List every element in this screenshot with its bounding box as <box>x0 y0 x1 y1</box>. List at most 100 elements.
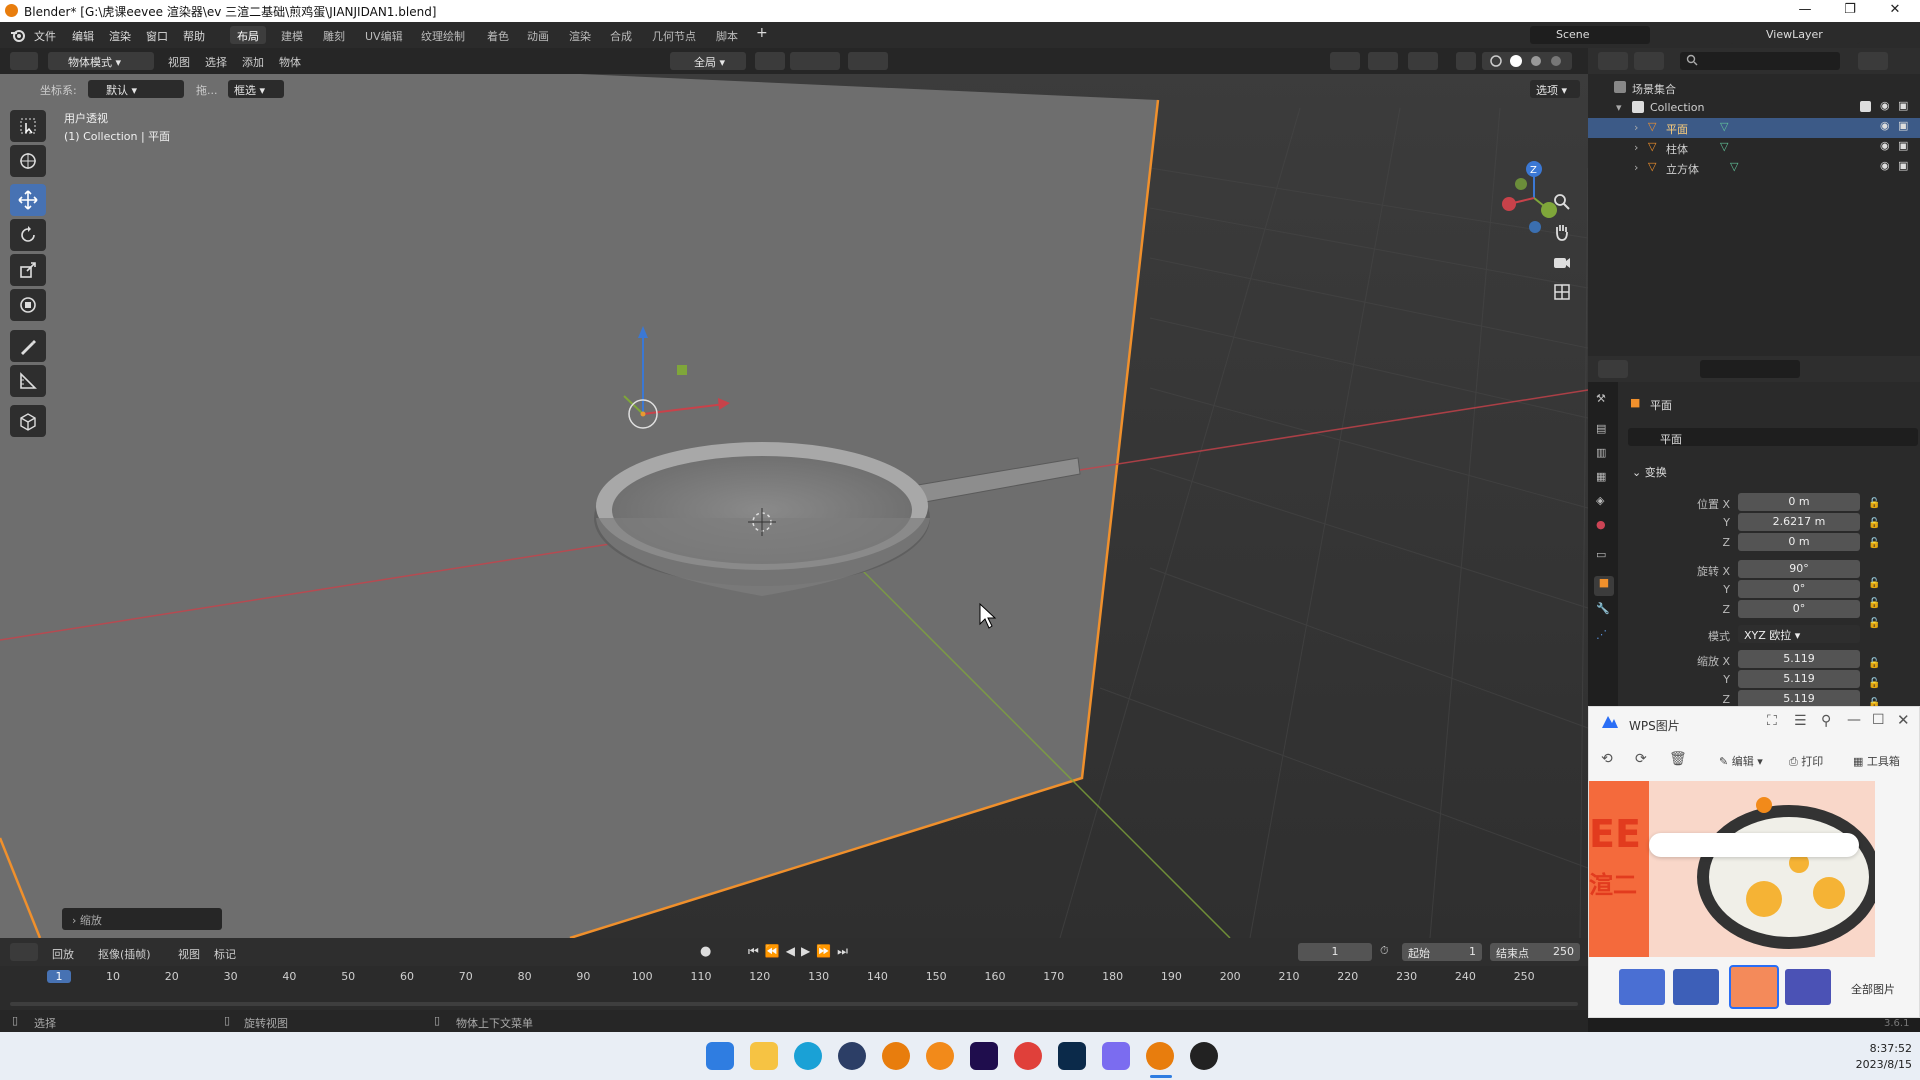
rotation-x-field[interactable]: 90° <box>1738 560 1860 578</box>
wps-toolbox-button[interactable]: ▦ 工具箱 <box>1853 753 1900 769</box>
tab-uv-edit[interactable]: UV编辑 <box>358 26 410 44</box>
playback-menu[interactable]: 回放 <box>52 946 74 962</box>
eye-icon[interactable]: ◉ <box>1880 139 1890 152</box>
tab-scripting[interactable]: 脚本 <box>709 26 745 44</box>
editor-type-icon[interactable] <box>10 52 38 70</box>
scene-selector[interactable]: Scene <box>1530 26 1650 44</box>
object-menu[interactable]: 物体 <box>279 54 301 70</box>
tab-rendering[interactable]: 渲染 <box>562 26 598 44</box>
modifier-tab-icon[interactable]: 🔧 <box>1596 602 1610 615</box>
after-effects-icon[interactable] <box>970 1042 998 1070</box>
timeline-editor-type-icon[interactable] <box>10 943 38 961</box>
checkbox-icon[interactable] <box>1860 101 1871 112</box>
filter-icon[interactable] <box>1858 52 1888 70</box>
frame-ruler[interactable]: 1 10 20 30 40 50 60 70 80 90 100 110 120 130 140 150 160… <box>0 966 1588 988</box>
menu-help[interactable]: 帮助 <box>183 28 205 44</box>
outliner-collection[interactable]: ▾ Collection ◉ ▣ <box>1588 98 1920 118</box>
outliner-object-cube[interactable]: › ▽ 立方体 ▽ ◉ ▣ <box>1588 158 1920 178</box>
location-y-field[interactable]: 2.6217 m <box>1738 513 1860 531</box>
select-box-dropdown[interactable]: 框选 ▾ <box>228 80 284 98</box>
visibility-icon[interactable] <box>1330 52 1360 70</box>
eye-icon[interactable]: ◉ <box>1880 99 1890 112</box>
expand-arrow-icon[interactable]: › <box>1634 141 1638 154</box>
tool-annotate[interactable] <box>10 330 46 362</box>
render-tab-icon[interactable]: ▤ <box>1596 422 1606 435</box>
properties-search-input[interactable] <box>1700 360 1800 378</box>
windows-start-icon[interactable] <box>706 1042 734 1070</box>
viewlayer-selector[interactable]: ViewLayer <box>1730 26 1860 44</box>
expand-arrow-icon[interactable]: › <box>1634 161 1638 174</box>
grid-ortho-icon[interactable] <box>1552 282 1576 306</box>
camera-icon[interactable]: ▣ <box>1898 139 1908 152</box>
plane-object[interactable] <box>0 48 1158 938</box>
close-button[interactable]: ✕ <box>1880 2 1910 20</box>
hand-pan-icon[interactable] <box>1552 222 1576 246</box>
outliner-scene-collection[interactable]: 场景集合 <box>1588 78 1920 98</box>
tab-animation[interactable]: 动画 <box>520 26 556 44</box>
gizmo-toggle-icon[interactable] <box>1368 52 1398 70</box>
edge-browser-icon[interactable] <box>794 1042 822 1070</box>
scene-tab-icon[interactable]: ◈ <box>1596 494 1604 507</box>
blender-active-icon[interactable] <box>1146 1042 1174 1070</box>
wps-edit-button[interactable]: ✎ 编辑 ▾ <box>1719 753 1763 769</box>
eye-icon[interactable]: ◉ <box>1880 119 1890 132</box>
outliner-search-input[interactable] <box>1680 52 1840 70</box>
tool-add-cube[interactable] <box>10 405 46 437</box>
wps-rotate-left-icon[interactable]: ⟲ <box>1601 751 1613 767</box>
start-frame-field[interactable]: 起始 1 <box>1402 943 1482 961</box>
playback-controls[interactable]: ⏮⏪◀▶⏩⏭ <box>748 944 854 959</box>
outliner-object-cylinder[interactable]: › ▽ 柱体 ▽ ◉ ▣ <box>1588 138 1920 158</box>
wps-pin-icon[interactable]: ⚲ <box>1821 713 1831 729</box>
coordinate-dropdown[interactable]: 默认 ▾ <box>88 80 184 98</box>
scale-y-field[interactable]: 5.119 <box>1738 670 1860 688</box>
maximize-button[interactable]: ❐ <box>1835 2 1865 20</box>
tab-sculpt[interactable]: 雕刻 <box>316 26 352 44</box>
wps-floating-toolbar[interactable] <box>1649 833 1859 857</box>
menu-file[interactable]: 文件 <box>34 28 56 44</box>
wps-all-images-button[interactable]: 全部图片 <box>1851 981 1895 997</box>
proportional-edit-icon[interactable] <box>848 52 888 70</box>
tab-compositing[interactable]: 合成 <box>603 26 639 44</box>
xray-icon[interactable] <box>1456 52 1476 70</box>
wps-print-button[interactable]: ⎙ 打印 <box>1789 753 1823 769</box>
recorder-icon[interactable] <box>1190 1042 1218 1070</box>
current-frame-field[interactable]: 1 <box>1298 943 1372 961</box>
properties-editor-type-icon[interactable] <box>1598 360 1628 378</box>
rotation-z-field[interactable]: 0° <box>1738 600 1860 618</box>
tab-modeling[interactable]: 建模 <box>274 26 310 44</box>
add-workspace-button[interactable]: + <box>756 25 768 41</box>
wps-photos-icon[interactable] <box>1102 1042 1130 1070</box>
tool-measure[interactable] <box>10 365 46 397</box>
cinema4d-icon[interactable] <box>838 1042 866 1070</box>
preview-range-icon[interactable]: ⏱ <box>1380 944 1389 958</box>
timeline-scrollbar[interactable] <box>10 1002 1578 1006</box>
file-explorer-icon[interactable] <box>750 1042 778 1070</box>
3d-viewport[interactable]: Z 用户透视 (1) Collection | 平面 › 缩放 <box>0 48 1588 938</box>
menu-edit[interactable]: 编辑 <box>72 28 94 44</box>
wps-menu-icon[interactable]: ☰ <box>1794 713 1807 729</box>
tool-scale[interactable] <box>10 254 46 286</box>
object-name-field[interactable]: 平面 <box>1628 428 1918 446</box>
blender-menu-icon[interactable] <box>10 27 26 43</box>
wps-fullscreen-icon[interactable]: ⛶ <box>1767 713 1777 729</box>
options-dropdown[interactable]: 选项 ▾ <box>1530 80 1580 98</box>
lock-icons-column[interactable]: 🔓 🔓 🔓 🔓 🔓 🔓 🔓 🔓 🔓 <box>1868 494 1880 714</box>
outliner-editor-type-icon[interactable] <box>1598 52 1628 70</box>
marker-menu[interactable]: 标记 <box>214 946 236 962</box>
keying-menu[interactable]: 抠像(插帧) <box>98 946 151 962</box>
snap-icon[interactable] <box>790 52 840 70</box>
search-tool-icon[interactable] <box>926 1042 954 1070</box>
camera-icon[interactable]: ▣ <box>1898 99 1908 112</box>
wps-thumbnail[interactable] <box>1673 969 1719 1005</box>
expand-arrow-icon[interactable]: › <box>1634 121 1638 134</box>
view-menu[interactable]: 视图 <box>168 54 190 70</box>
particles-tab-icon[interactable]: ⋰ <box>1596 628 1607 641</box>
object-tab-icon[interactable]: ■ <box>1594 576 1614 596</box>
end-frame-field[interactable]: 结束点 250 <box>1490 943 1580 961</box>
menu-render[interactable]: 渲染 <box>109 28 131 44</box>
output-tab-icon[interactable]: ▥ <box>1596 446 1606 459</box>
record-button[interactable]: ● <box>700 944 711 959</box>
wps-rotate-right-icon[interactable]: ⟳ <box>1635 751 1647 767</box>
tab-layout[interactable]: 布局 <box>230 26 266 44</box>
wps-maximize-button[interactable]: ☐ <box>1872 712 1885 728</box>
